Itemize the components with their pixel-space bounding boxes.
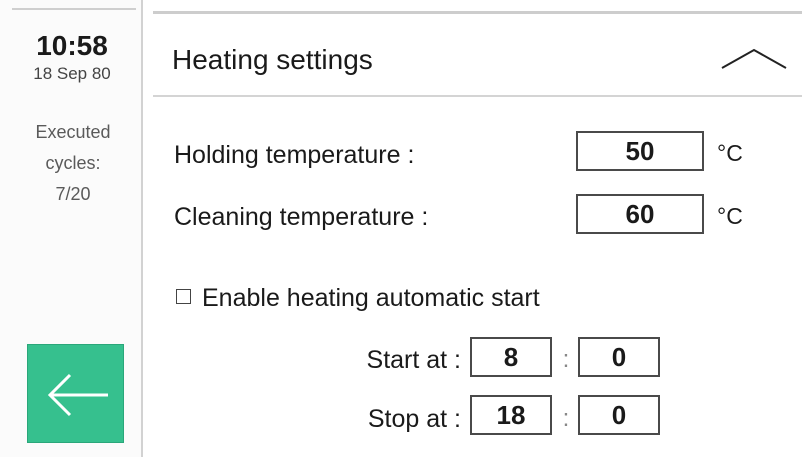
executed-cycles-value: 7/20: [55, 184, 91, 204]
stop-minute-field[interactable]: 0: [578, 395, 660, 435]
auto-start-checkbox[interactable]: [176, 289, 191, 304]
panel-top-divider: [153, 11, 802, 14]
holding-temperature-unit: °C: [717, 140, 743, 166]
clock-date: 18 Sep 80: [33, 64, 111, 83]
holding-temperature-field[interactable]: 50: [576, 131, 704, 171]
collapse-toggle-button[interactable]: [719, 38, 789, 78]
chevron-up-icon: [721, 48, 787, 69]
auto-start-label: Enable heating automatic start: [202, 284, 540, 312]
executed-cycles-label: Executed cycles:: [35, 122, 111, 173]
stop-time-label: Stop at :: [367, 405, 461, 433]
panel-header-divider: [153, 95, 802, 97]
cleaning-temperature-field[interactable]: 60: [576, 194, 704, 234]
panel-title: Heating settings: [172, 44, 373, 75]
cleaning-temperature-label: Cleaning temperature :: [174, 203, 429, 231]
clock-time: 10:58: [36, 30, 108, 61]
status-sidebar: 10:58 18 Sep 80 Executed cycles: 7/20: [0, 0, 143, 457]
heating-settings-panel: Heating settings Holding temperature : 5…: [153, 0, 802, 457]
back-button[interactable]: [27, 344, 124, 443]
arrow-left-icon: [47, 373, 108, 417]
stop-hour-field[interactable]: 18: [470, 395, 552, 435]
sidebar-top-divider: [12, 8, 136, 10]
cleaning-temperature-unit: °C: [717, 203, 743, 229]
start-hour-field[interactable]: 8: [470, 337, 552, 377]
holding-temperature-label: Holding temperature :: [174, 141, 415, 169]
start-minute-field[interactable]: 0: [578, 337, 660, 377]
start-time-separator: :: [562, 346, 570, 373]
stop-time-separator: :: [562, 405, 570, 432]
start-time-label: Start at :: [366, 346, 461, 374]
